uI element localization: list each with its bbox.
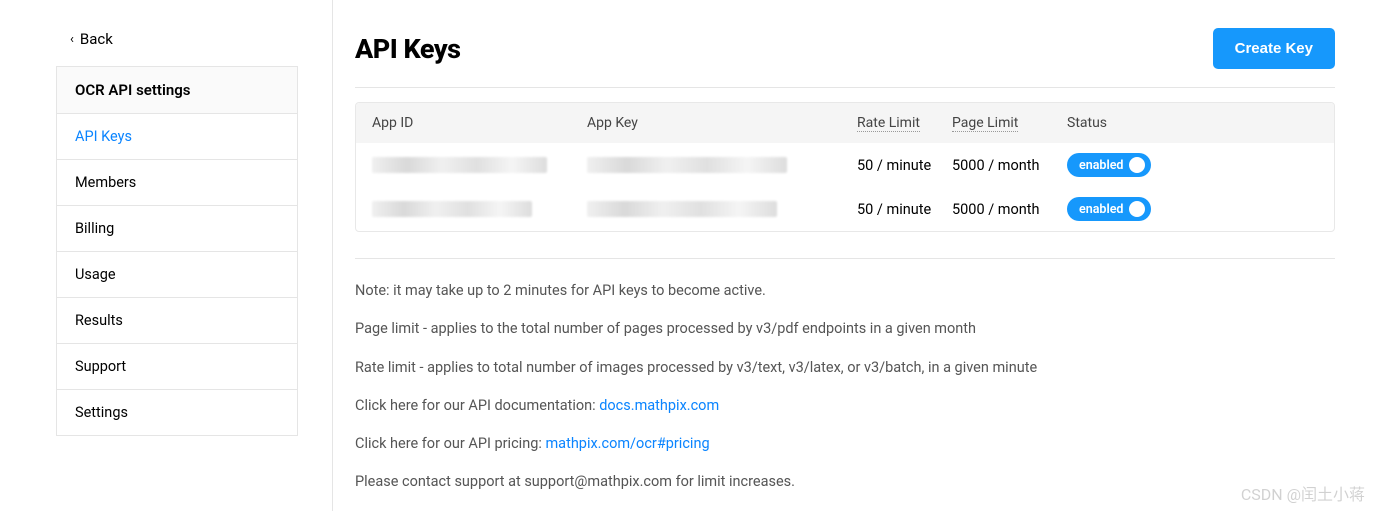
- note-support: Please contact support at support@mathpi…: [355, 472, 1335, 492]
- th-app-id: App ID: [372, 115, 587, 131]
- page-title: API Keys: [355, 33, 461, 65]
- chevron-left-icon: ‹: [70, 32, 74, 47]
- main-header: API Keys Create Key: [355, 28, 1335, 88]
- note-docs: Click here for our API documentation: do…: [355, 396, 1335, 416]
- sidebar-item-results[interactable]: Results: [57, 298, 297, 344]
- th-rate-limit: Rate Limit: [857, 115, 952, 131]
- th-app-key: App Key: [587, 115, 857, 131]
- create-key-button[interactable]: Create Key: [1213, 28, 1335, 69]
- status-toggle[interactable]: enabled: [1067, 153, 1151, 177]
- cell-app-key: [587, 157, 857, 173]
- table-header-row: App ID App Key Rate Limit Page Limit Sta…: [356, 103, 1334, 143]
- sidebar-item-settings[interactable]: Settings: [57, 390, 297, 435]
- toggle-label: enabled: [1079, 202, 1123, 217]
- sidebar-menu: OCR API settings API Keys Members Billin…: [56, 66, 298, 436]
- table-row: 50 / minute 5000 / month enabled: [356, 143, 1334, 187]
- cell-status: enabled: [1067, 197, 1157, 221]
- sidebar: ‹ Back OCR API settings API Keys Members…: [0, 0, 333, 511]
- cell-rate: 50 / minute: [857, 157, 952, 174]
- api-keys-table: App ID App Key Rate Limit Page Limit Sta…: [355, 102, 1335, 232]
- cell-status: enabled: [1067, 153, 1157, 177]
- sidebar-item-api-keys[interactable]: API Keys: [57, 114, 297, 160]
- cell-app-id: [372, 157, 587, 173]
- cell-rate: 50 / minute: [857, 201, 952, 218]
- notes-section: Note: it may take up to 2 minutes for AP…: [355, 258, 1335, 511]
- sidebar-item-billing[interactable]: Billing: [57, 206, 297, 252]
- sidebar-item-members[interactable]: Members: [57, 160, 297, 206]
- back-label: Back: [80, 30, 113, 48]
- toggle-label: enabled: [1079, 158, 1123, 173]
- note-rate-limit: Rate limit - applies to total number of …: [355, 358, 1335, 378]
- note-pricing: Click here for our API pricing: mathpix.…: [355, 434, 1335, 454]
- back-link[interactable]: ‹ Back: [70, 30, 298, 48]
- cell-app-key: [587, 201, 857, 217]
- note-activation: Note: it may take up to 2 minutes for AP…: [355, 281, 1335, 301]
- note-page-limit: Page limit - applies to the total number…: [355, 319, 1335, 339]
- toggle-knob: [1129, 201, 1145, 217]
- cell-page: 5000 / month: [952, 157, 1067, 174]
- sidebar-item-support[interactable]: Support: [57, 344, 297, 390]
- docs-link[interactable]: docs.mathpix.com: [599, 397, 719, 414]
- th-page-limit: Page Limit: [952, 115, 1067, 131]
- cell-page: 5000 / month: [952, 201, 1067, 218]
- sidebar-header: OCR API settings: [57, 67, 297, 114]
- table-row: 50 / minute 5000 / month enabled: [356, 187, 1334, 231]
- status-toggle[interactable]: enabled: [1067, 197, 1151, 221]
- pricing-link[interactable]: mathpix.com/ocr#pricing: [545, 435, 709, 452]
- main-content: API Keys Create Key App ID App Key Rate …: [333, 0, 1375, 511]
- cell-app-id: [372, 201, 587, 217]
- toggle-knob: [1129, 157, 1145, 173]
- sidebar-item-usage[interactable]: Usage: [57, 252, 297, 298]
- th-status: Status: [1067, 115, 1157, 131]
